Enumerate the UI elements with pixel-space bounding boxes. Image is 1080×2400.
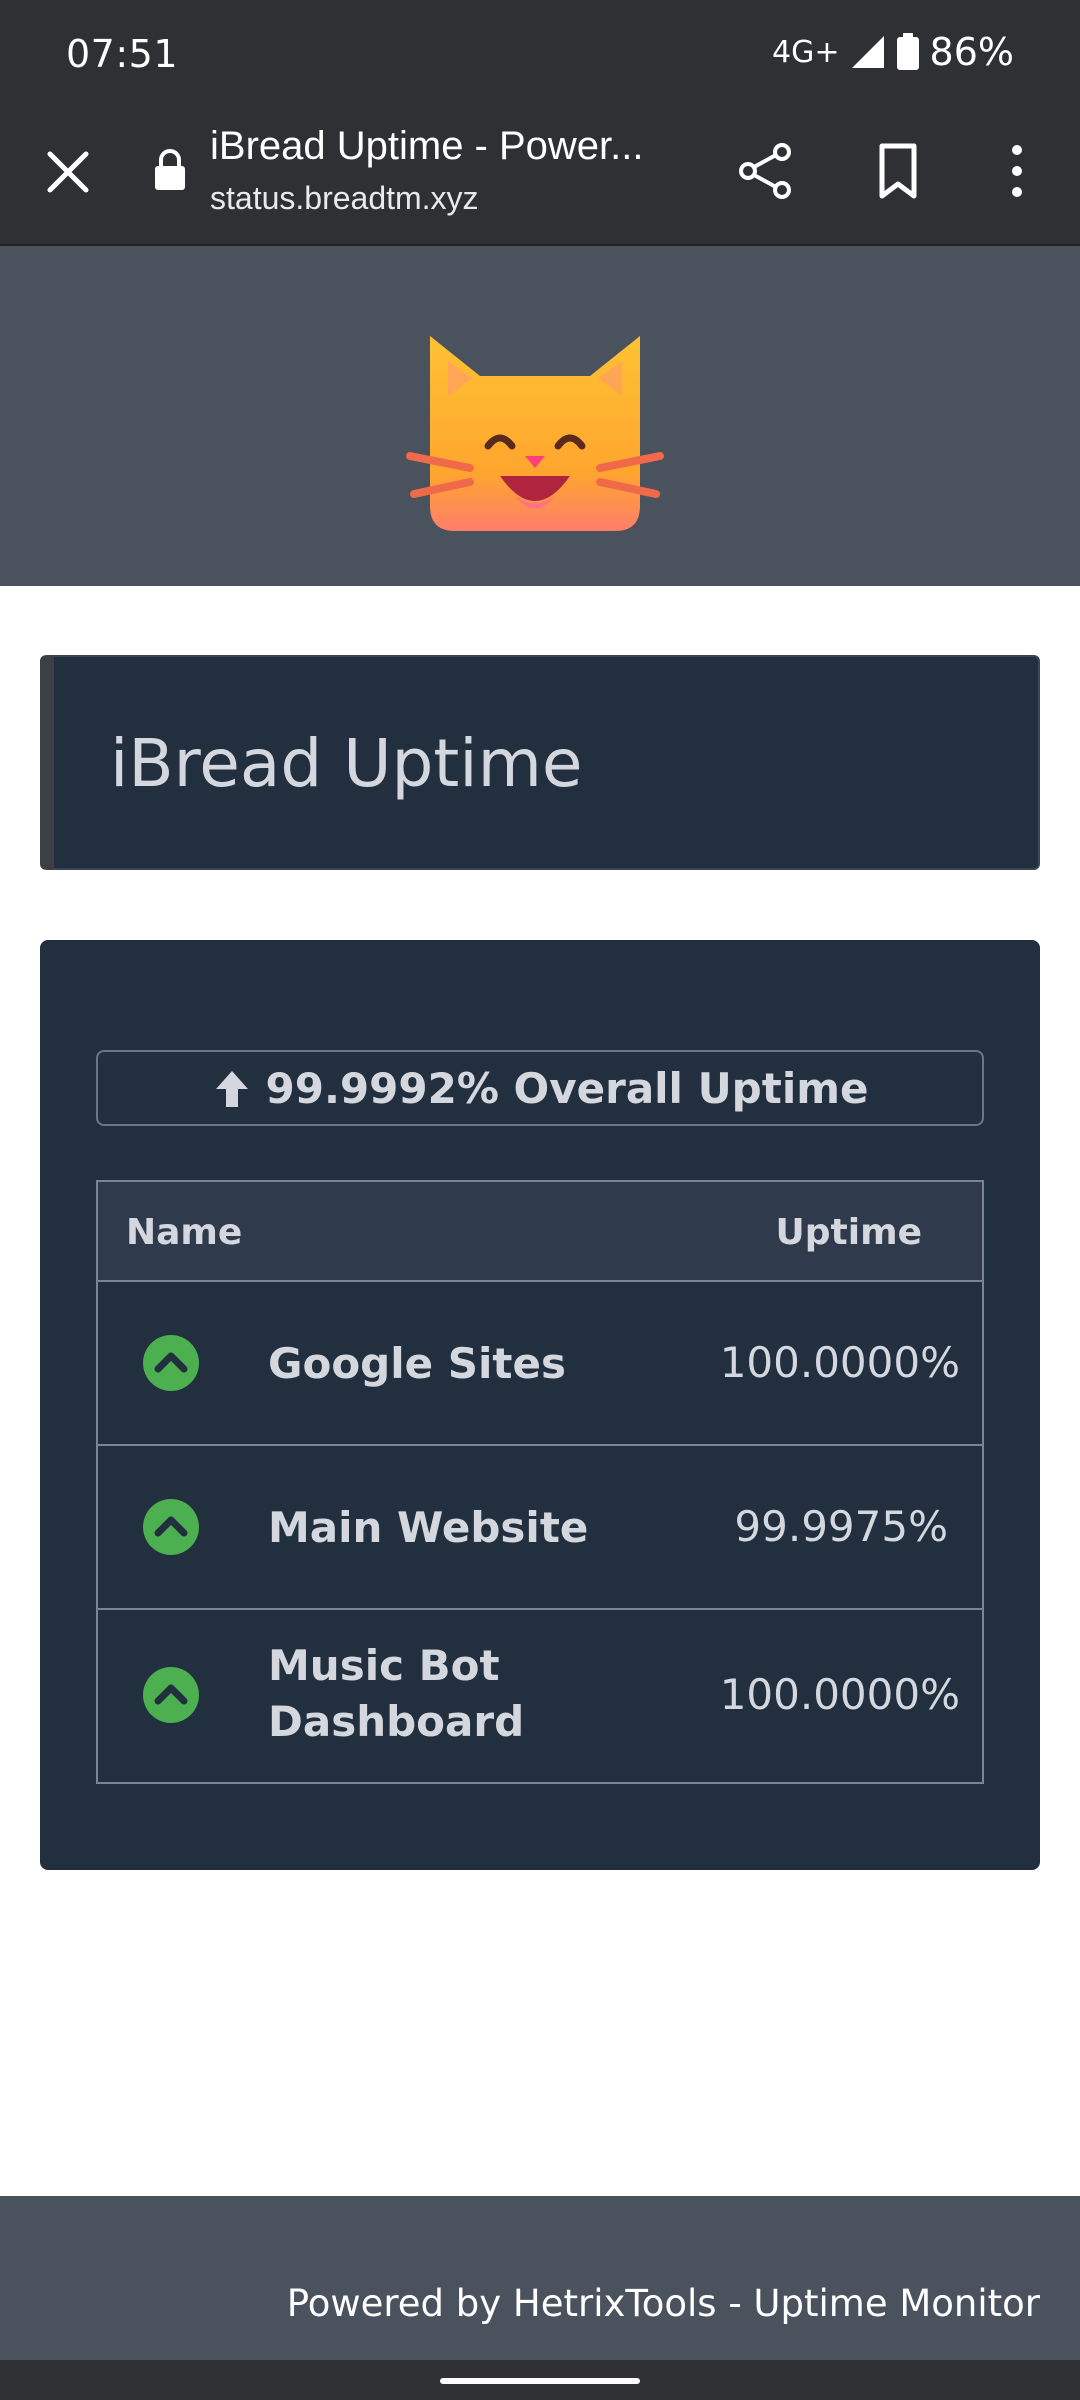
overall-uptime-label: 99.9992% Overall Uptime [265,1063,869,1113]
monitor-uptime: 100.0000% [719,1670,960,1719]
browser-toolbar: iBread Uptime - Power... status.breadtm.… [0,110,1080,246]
arrow-up-icon [215,1071,248,1107]
bookmark-icon[interactable] [870,140,926,202]
battery-percent: 86% [929,30,1014,74]
footer-powered-by-link[interactable]: Powered by HetrixTools - Uptime Monitor [287,2282,1040,2325]
monitor-name: Music Bot Dashboard [268,1641,525,1746]
status-page-title: iBread Uptime [110,725,583,802]
table-header: Name Uptime [98,1182,982,1282]
monitor-uptime: 100.0000% [719,1338,960,1387]
page-footer: Powered by HetrixTools - Uptime Monitor [0,2196,1080,2360]
monitor-name: Main Website [268,1503,589,1552]
gesture-handle[interactable] [440,2378,640,2384]
status-up-icon [143,1667,199,1723]
share-icon[interactable] [736,140,796,202]
close-icon[interactable] [40,144,96,200]
title-card: iBread Uptime [40,655,1040,870]
page-title[interactable]: iBread Uptime - Power... [210,124,680,169]
status-indicators: 4G+ 86% [772,30,1014,74]
status-up-icon [143,1335,199,1391]
status-up-icon [143,1499,199,1555]
system-nav-bar [0,2360,1080,2400]
overall-uptime-badge: 99.9992% Overall Uptime [96,1050,984,1126]
battery-icon [896,33,919,70]
status-time: 07:51 [66,32,179,76]
table-row[interactable]: Music Bot Dashboard 100.0000% [98,1610,982,1782]
cat-logo-icon[interactable] [400,306,670,546]
monitor-uptime: 99.9975% [734,1502,948,1551]
monitors-table: Name Uptime Google Sites 100.0000% Main … [96,1180,984,1784]
table-row[interactable]: Main Website 99.9975% [98,1446,982,1610]
table-row[interactable]: Google Sites 100.0000% [98,1282,982,1446]
site-header [0,246,1080,586]
network-type: 4G+ [772,34,840,70]
column-header-uptime[interactable]: Uptime [776,1212,922,1253]
more-vert-icon[interactable] [1000,140,1034,202]
signal-icon [851,36,884,68]
url-text[interactable]: status.breadtm.xyz [210,180,479,217]
status-bar: 07:51 4G+ 86% [0,0,1080,110]
lock-icon [155,149,185,190]
monitors-panel: 99.9992% Overall Uptime Name Uptime Goog… [40,940,1040,1870]
column-header-name[interactable]: Name [126,1212,242,1253]
monitor-name: Google Sites [268,1339,566,1388]
